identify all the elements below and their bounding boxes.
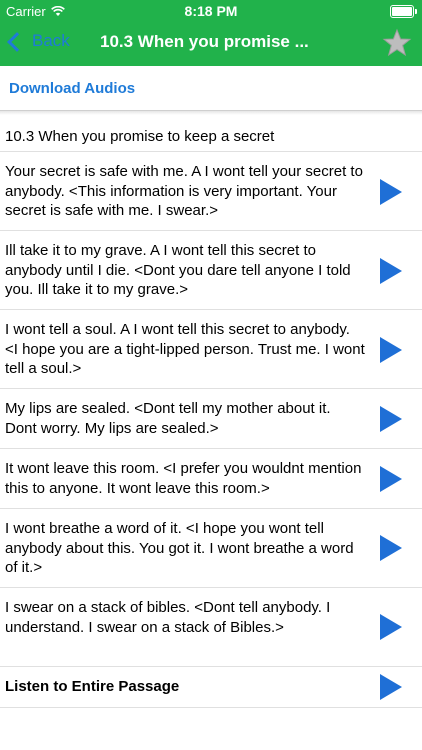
list-item[interactable]: Ill take it to my grave. A I wont tell t… [0, 231, 422, 310]
play-icon[interactable] [378, 612, 404, 642]
phrase-text: Your secret is safe with me. A I wont te… [5, 163, 363, 220]
play-icon[interactable] [378, 464, 404, 494]
phrase-text: I wont tell a soul. A I wont tell this s… [5, 321, 365, 378]
lesson-heading: 10.3 When you promise to keep a secret [5, 128, 275, 145]
battery-icon [390, 5, 417, 18]
list-item[interactable]: My lips are sealed. <Dont tell my mother… [0, 389, 422, 449]
download-bar: Download Audios [0, 66, 422, 111]
navigation-bar: Back 10.3 When you promise ... [0, 22, 422, 66]
phrase-text: It wont leave this room. <I prefer you w… [5, 460, 362, 497]
play-icon[interactable] [378, 672, 404, 702]
listen-entire-row[interactable]: Listen to Entire Passage [0, 667, 422, 708]
list-item[interactable]: I wont breathe a word of it. <I hope you… [0, 509, 422, 588]
play-icon[interactable] [378, 533, 404, 563]
phrase-text: My lips are sealed. <Dont tell my mother… [5, 400, 331, 437]
listen-entire-label: Listen to Entire Passage [5, 678, 180, 695]
nav-title: 10.3 When you promise ... [100, 32, 309, 51]
back-button[interactable]: Back [7, 31, 70, 52]
phrase-text: I swear on a stack of bibles. <Dont tell… [5, 599, 331, 636]
list-item[interactable]: I wont tell a soul. A I wont tell this s… [0, 310, 422, 389]
list-item[interactable]: It wont leave this room. <I prefer you w… [0, 449, 422, 509]
back-label: Back [32, 31, 70, 50]
play-icon[interactable] [378, 335, 404, 365]
lesson-heading-row: 10.3 When you promise to keep a secret [0, 115, 422, 152]
play-icon[interactable] [378, 404, 404, 434]
list-item[interactable]: I swear on a stack of bibles. <Dont tell… [0, 588, 422, 667]
phrase-text: Ill take it to my grave. A I wont tell t… [5, 242, 351, 299]
play-icon[interactable] [378, 256, 404, 286]
download-audios-button[interactable]: Download Audios [9, 80, 135, 97]
play-icon[interactable] [378, 177, 404, 207]
list-item[interactable]: Your secret is safe with me. A I wont te… [0, 152, 422, 231]
back-chevron-icon [7, 31, 27, 52]
phrase-text: I wont breathe a word of it. <I hope you… [5, 520, 354, 577]
star-icon[interactable] [382, 28, 412, 58]
status-bar: Carrier 8:18 PM [0, 0, 422, 22]
status-time: 8:18 PM [184, 3, 238, 19]
